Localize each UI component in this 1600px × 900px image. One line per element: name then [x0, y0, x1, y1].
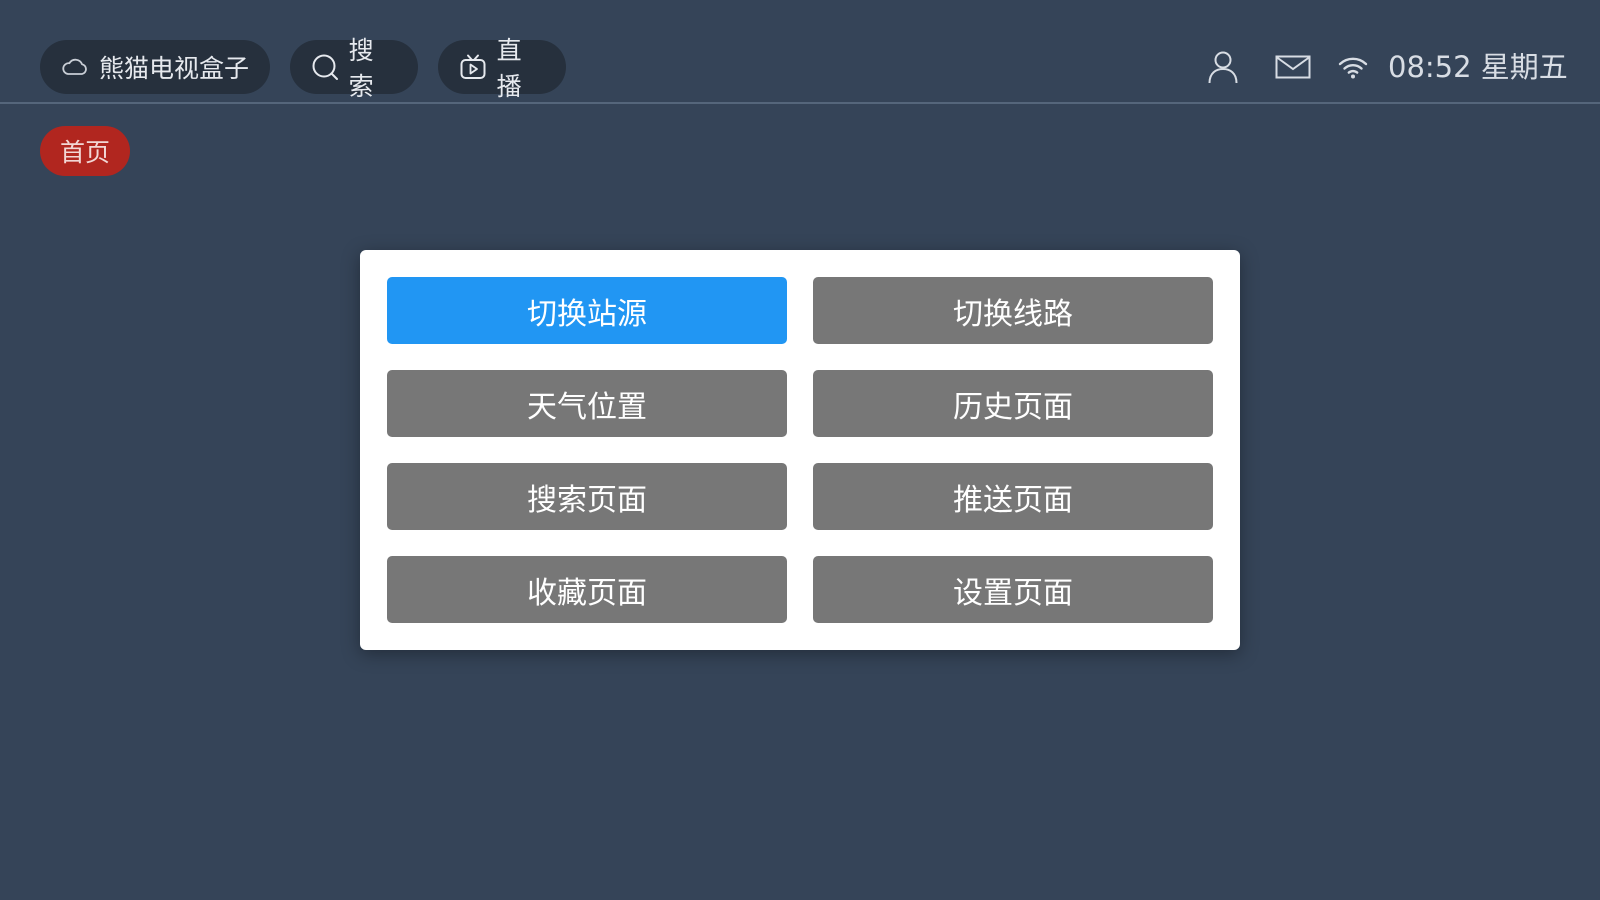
user-icon[interactable] [1205, 48, 1241, 86]
brand-label: 熊猫电视盒子 [99, 54, 250, 83]
search-button[interactable]: 搜索 [290, 36, 418, 101]
wifi-icon [1337, 48, 1369, 86]
quick-menu-dialog: 切换站源 切换线路 天气位置 历史页面 搜索页面 推送页面 收藏页面 设置页面 [360, 250, 1240, 650]
weather-location-button[interactable]: 天气位置 [387, 370, 787, 437]
favorites-page-button[interactable]: 收藏页面 [387, 556, 787, 623]
mail-icon[interactable] [1274, 48, 1312, 86]
tv-play-icon [458, 52, 488, 82]
switch-line-button[interactable]: 切换线路 [813, 277, 1213, 344]
top-bar: 熊猫电视盒子 搜索 直播 08:52 星期五 [0, 0, 1600, 104]
settings-page-button[interactable]: 设置页面 [813, 556, 1213, 623]
cloud-icon [60, 52, 90, 82]
search-page-button[interactable]: 搜索页面 [387, 463, 787, 530]
brand-button[interactable]: 熊猫电视盒子 [40, 40, 270, 94]
switch-source-button[interactable]: 切换站源 [387, 277, 787, 344]
push-page-button[interactable]: 推送页面 [813, 463, 1213, 530]
search-icon [310, 52, 340, 82]
search-label: 搜索 [348, 36, 374, 101]
clock: 08:52 星期五 [1388, 50, 1568, 84]
live-button[interactable]: 直播 [438, 36, 566, 101]
live-label: 直播 [496, 36, 522, 101]
tab-home[interactable]: 首页 [40, 126, 130, 176]
history-page-button[interactable]: 历史页面 [813, 370, 1213, 437]
